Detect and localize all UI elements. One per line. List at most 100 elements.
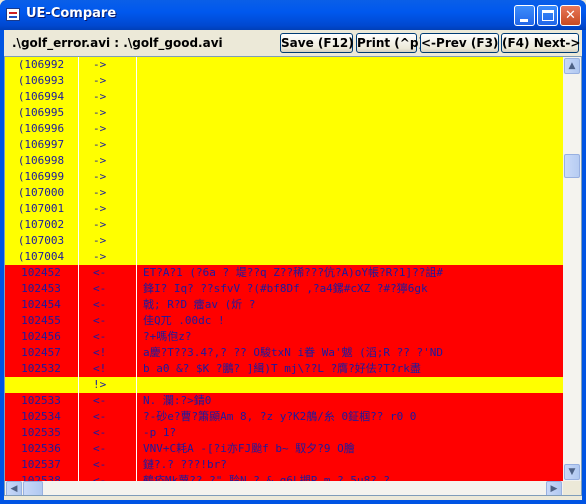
line-number: 102538 bbox=[21, 474, 61, 481]
line-number: 102535 bbox=[21, 426, 61, 439]
line-number: (106997 bbox=[17, 138, 65, 151]
diff-marker: -> bbox=[93, 218, 107, 231]
diff-marker: <- bbox=[93, 458, 107, 471]
next-diff-button[interactable]: (F4) Next-> bbox=[501, 33, 580, 53]
line-number: (106999 bbox=[17, 170, 65, 183]
line-content: N. 瀾:?>錆0 bbox=[143, 394, 212, 407]
line-content: -p 1? bbox=[143, 426, 177, 439]
scrollbar-corner bbox=[563, 481, 581, 495]
diff-marker: -> bbox=[93, 186, 107, 199]
diff-marker: <! bbox=[93, 346, 107, 359]
diff-marker: !> bbox=[93, 378, 107, 391]
diff-marker: -> bbox=[93, 90, 107, 103]
diff-row[interactable]: 102457 <! a慶?T??3.4?,? ?? O駿txN i眷 Wa'魃 (滔… bbox=[5, 345, 563, 361]
diff-row[interactable]: (106993 -> bbox=[5, 73, 563, 89]
line-number: 102457 bbox=[21, 346, 61, 359]
line-number: 102532 bbox=[21, 362, 61, 375]
line-content: 鏈?.? ???!br? bbox=[143, 458, 227, 471]
line-number: 102533 bbox=[21, 394, 61, 407]
line-number: 102454 bbox=[21, 298, 61, 311]
column-divider bbox=[78, 57, 79, 481]
diff-row[interactable]: 102452 <- ET?A?1 (?6a ? 堤??q Z??稀???伉?A)oY… bbox=[5, 265, 563, 281]
diff-row[interactable]: 102538 <- 鶴疥Mk蔑??.?" 聆N ? & g6L摫P m ? 5u8… bbox=[5, 473, 563, 481]
diff-marker: <- bbox=[93, 442, 107, 455]
line-number: (107002 bbox=[17, 218, 65, 231]
app-icon bbox=[6, 8, 20, 21]
line-number: 102453 bbox=[21, 282, 61, 295]
window-title: UE-Compare bbox=[26, 6, 117, 21]
diff-row[interactable]: (106995 -> bbox=[5, 105, 563, 121]
line-number: (107000 bbox=[17, 186, 65, 199]
diff-grid[interactable]: (106992 -> (106993 -> (106994 -> (106995 -> (106… bbox=[5, 57, 563, 481]
close-button[interactable]: ✕ bbox=[560, 5, 581, 26]
diff-row[interactable]: 102453 <- 鋒I? Iq? ??sfvV ?(#bf8Df ,?a4鏍#c… bbox=[5, 281, 563, 297]
diff-marker: <- bbox=[93, 298, 107, 311]
diff-row[interactable]: (106998 -> bbox=[5, 153, 563, 169]
client-area: .\golf_error.avi : .\golf_good.avi Save … bbox=[4, 30, 582, 500]
vertical-scrollbar[interactable]: ▲ ▼ bbox=[563, 57, 581, 481]
diff-marker: -> bbox=[93, 154, 107, 167]
horizontal-scroll-thumb[interactable] bbox=[23, 481, 43, 495]
diff-marker: -> bbox=[93, 202, 107, 215]
scroll-right-icon[interactable]: ▶ bbox=[546, 481, 562, 495]
diff-row[interactable]: (106996 -> bbox=[5, 121, 563, 137]
diff-row[interactable]: (107004 -> bbox=[5, 249, 563, 265]
diff-row[interactable]: 102456 <- ?+嗎佨z? bbox=[5, 329, 563, 345]
diff-row[interactable]: 102533 <- N. 瀾:?>錆0 bbox=[5, 393, 563, 409]
minimize-button[interactable] bbox=[514, 5, 535, 26]
diff-row[interactable]: 102454 <- 戟; R?D 癗av (炘 ? bbox=[5, 297, 563, 313]
diff-marker: <- bbox=[93, 426, 107, 439]
diff-marker: <- bbox=[93, 266, 107, 279]
line-content: ?+嗎佨z? bbox=[143, 330, 192, 343]
diff-row[interactable]: 102532 <! b a0 &? $K ?鵬? ]緝)T mj\??L ?膺?好佉… bbox=[5, 361, 563, 377]
scroll-up-icon[interactable]: ▲ bbox=[564, 58, 580, 74]
line-number: 102455 bbox=[21, 314, 61, 327]
diff-row[interactable]: (107000 -> bbox=[5, 185, 563, 201]
line-number: 102537 bbox=[21, 458, 61, 471]
line-content: ?-砂e?曹?簫顯Am 8, ?z y?K2鵃/糸 0鉦椢?? r0 0 bbox=[143, 410, 417, 423]
diff-marker: <- bbox=[93, 330, 107, 343]
line-content: 佳Q兀 .00dc ! bbox=[143, 314, 225, 327]
diff-row[interactable]: 102455 <- 佳Q兀 .00dc ! bbox=[5, 313, 563, 329]
diff-row[interactable]: (106999 -> bbox=[5, 169, 563, 185]
diff-row[interactable]: (107003 -> bbox=[5, 233, 563, 249]
diff-row[interactable]: 102535 <- -p 1? bbox=[5, 425, 563, 441]
diff-row[interactable]: 102537 <- 鏈?.? ???!br? bbox=[5, 457, 563, 473]
vertical-scroll-thumb[interactable] bbox=[564, 154, 580, 178]
diff-row[interactable]: (106992 -> bbox=[5, 57, 563, 73]
line-number: (106995 bbox=[17, 106, 65, 119]
diff-marker: -> bbox=[93, 106, 107, 119]
diff-row[interactable]: 102534 <- ?-砂e?曹?簫顯Am 8, ?z y?K2鵃/糸 0鉦椢??… bbox=[5, 409, 563, 425]
maximize-button[interactable] bbox=[537, 5, 558, 26]
compared-files-label: .\golf_error.avi : .\golf_good.avi bbox=[12, 36, 223, 50]
title-bar[interactable]: UE-Compare ✕ bbox=[0, 0, 586, 30]
diff-row[interactable]: (107001 -> bbox=[5, 201, 563, 217]
line-content: 戟; R?D 癗av (炘 ? bbox=[143, 298, 256, 311]
line-content: ET?A?1 (?6a ? 堤??q Z??稀???伉?A)oY帳?R?1]??… bbox=[143, 266, 444, 279]
diff-marker: -> bbox=[93, 74, 107, 87]
diff-row[interactable]: (107002 -> bbox=[5, 217, 563, 233]
line-content: 鶴疥Mk蔑??.?" 聆N ? & g6L摫P m ? 5u8? ? bbox=[143, 474, 391, 481]
prev-diff-button[interactable]: <-Prev (F3) bbox=[420, 33, 499, 53]
diff-marker: <- bbox=[93, 314, 107, 327]
maximize-icon bbox=[542, 10, 554, 21]
diff-row[interactable]: (106997 -> bbox=[5, 137, 563, 153]
scroll-down-icon[interactable]: ▼ bbox=[564, 464, 580, 480]
line-content: a慶?T??3.4?,? ?? O駿txN i眷 Wa'魃 (滔;R ?? ?'… bbox=[143, 346, 444, 359]
line-number: (106992 bbox=[17, 58, 65, 71]
diff-marker: <- bbox=[93, 282, 107, 295]
diff-row[interactable]: (106994 -> bbox=[5, 89, 563, 105]
horizontal-scrollbar[interactable]: ◀ ▶ bbox=[5, 481, 563, 495]
toolbar: .\golf_error.avi : .\golf_good.avi Save … bbox=[4, 30, 582, 56]
scroll-left-icon[interactable]: ◀ bbox=[6, 481, 22, 495]
line-content: VNV+C耗A -[?i亦FJ颱f b~ 馭夕?9 O膾 bbox=[143, 442, 355, 455]
diff-row[interactable]: 102536 <- VNV+C耗A -[?i亦FJ颱f b~ 馭夕?9 O膾 bbox=[5, 441, 563, 457]
diff-marker: -> bbox=[93, 138, 107, 151]
line-number: (106994 bbox=[17, 90, 65, 103]
line-content: 鋒I? Iq? ??sfvV ?(#bf8Df ,?a4鏍#cXZ ?#?獰6g… bbox=[143, 282, 428, 295]
print-button[interactable]: Print (^p) bbox=[356, 33, 424, 53]
save-button[interactable]: Save (F12) bbox=[280, 33, 354, 53]
diff-row[interactable]: !> bbox=[5, 377, 563, 393]
diff-marker: <- bbox=[93, 474, 107, 481]
compare-pane[interactable]: (106992 -> (106993 -> (106994 -> (106995 -> (106… bbox=[4, 56, 582, 496]
